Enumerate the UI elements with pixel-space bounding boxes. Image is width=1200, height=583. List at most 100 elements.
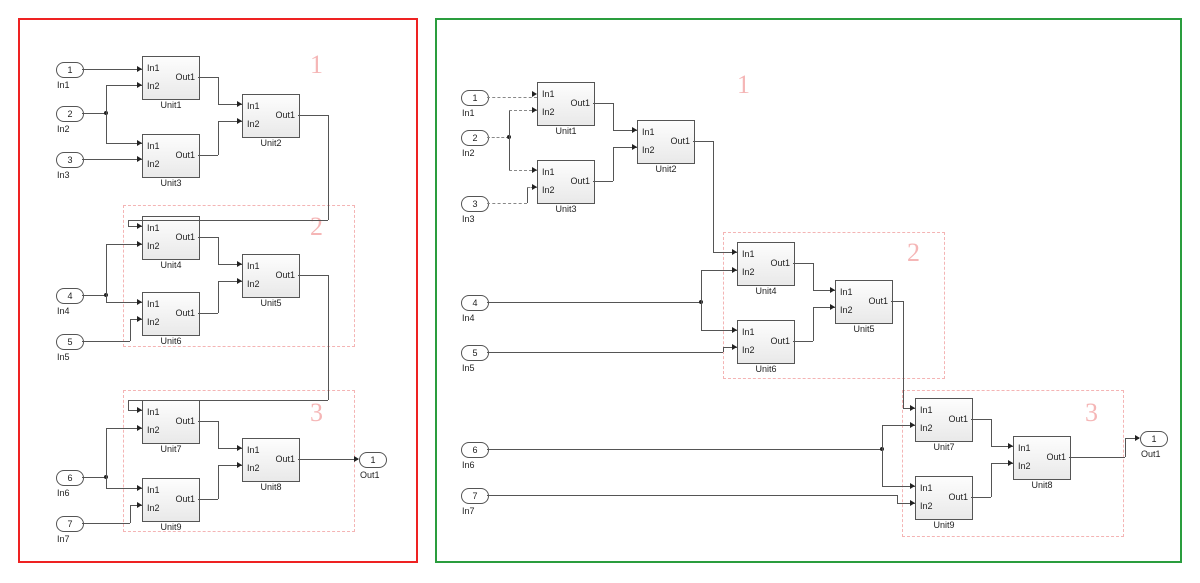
unit-label: Unit5 (836, 324, 892, 334)
arrow-icon (137, 66, 142, 72)
inport-label: In2 (462, 146, 475, 160)
port-in1: In1 (742, 249, 755, 259)
unit3-right[interactable]: In1 In2 Out1 Unit3 (537, 160, 595, 204)
unit1-right[interactable]: In1 In2 Out1 Unit1 (537, 82, 595, 126)
inport-6-right[interactable]: 6 In6 (461, 442, 489, 458)
wire (298, 115, 328, 116)
unit-label: Unit2 (243, 138, 299, 148)
port-in2: In2 (147, 503, 160, 513)
wire (328, 115, 329, 220)
unit6-left[interactable]: In1 In2 Out1 Unit6 (142, 292, 200, 336)
unit4-left[interactable]: In1 In2 Out1 Unit4 (142, 216, 200, 260)
wire (487, 302, 701, 303)
group-number-3-left: 3 (310, 398, 323, 428)
port-out1: Out1 (175, 150, 195, 160)
wire (509, 110, 510, 170)
unit9-right[interactable]: In1 In2 Out1 Unit9 (915, 476, 973, 520)
inport-3-left[interactable]: 3 In3 (56, 152, 84, 168)
inport-1-left[interactable]: 1 In1 (56, 62, 84, 78)
port-in1: In1 (147, 299, 160, 309)
inport-7-right[interactable]: 7 In7 (461, 488, 489, 504)
inport-4-right[interactable]: 4 In4 (461, 295, 489, 311)
unit-label: Unit6 (738, 364, 794, 374)
arrow-icon (532, 91, 537, 97)
wire (82, 113, 106, 114)
arrow-icon (1008, 443, 1013, 449)
inport-7-left[interactable]: 7 In7 (56, 516, 84, 532)
unit1-left[interactable]: In1 In2 Out1 Unit1 (142, 56, 200, 100)
port-out1: Out1 (948, 414, 968, 424)
port-out1: Out1 (770, 336, 790, 346)
unit2-left[interactable]: In1 In2 Out1 Unit2 (242, 94, 300, 138)
wire (198, 421, 218, 422)
outport-1-left[interactable]: 1 Out1 (359, 452, 387, 468)
inport-5-right[interactable]: 5 In5 (461, 345, 489, 361)
inport-2-left[interactable]: 2 In2 (56, 106, 84, 122)
wire (218, 281, 219, 313)
arrow-icon (137, 407, 142, 413)
inport-num: 7 (67, 519, 72, 529)
outport-label: Out1 (360, 468, 380, 482)
outport-num: 1 (1151, 434, 1156, 444)
wire (891, 301, 903, 302)
inport-6-left[interactable]: 6 In6 (56, 470, 84, 486)
arrow-icon (632, 144, 637, 150)
wire (593, 103, 613, 104)
port-in2: In2 (147, 317, 160, 327)
wire (218, 465, 219, 499)
unit8-right[interactable]: In1 In2 Out1 Unit8 (1013, 436, 1071, 480)
port-in2: In2 (1018, 461, 1031, 471)
unit4-right[interactable]: In1 In2 Out1 Unit4 (737, 242, 795, 286)
unit5-left[interactable]: In1 In2 Out1 Unit5 (242, 254, 300, 298)
port-in2: In2 (542, 185, 555, 195)
wire (82, 69, 142, 70)
unit-label: Unit5 (243, 298, 299, 308)
unit3-left[interactable]: In1 In2 Out1 Unit3 (142, 134, 200, 178)
arrow-icon (137, 82, 142, 88)
inport-5-left[interactable]: 5 In5 (56, 334, 84, 350)
group-number-3-right: 3 (1085, 398, 1098, 428)
wire (1125, 438, 1126, 457)
arrow-icon (910, 422, 915, 428)
left-panel: 1 2 3 1 In1 2 In2 3 In3 In1 In2 Out1 Uni… (18, 18, 418, 563)
unit2-right[interactable]: In1 In2 Out1 Unit2 (637, 120, 695, 164)
wire (198, 499, 218, 500)
inport-2-right[interactable]: 2 In2 (461, 130, 489, 146)
port-out1: Out1 (175, 232, 195, 242)
unit9-left[interactable]: In1 In2 Out1 Unit9 (142, 478, 200, 522)
port-out1: Out1 (175, 308, 195, 318)
inport-4-left[interactable]: 4 In4 (56, 288, 84, 304)
unit-label: Unit3 (143, 178, 199, 188)
arrow-icon (137, 485, 142, 491)
wire (328, 275, 329, 400)
arrow-icon (830, 287, 835, 293)
unit7-right[interactable]: In1 In2 Out1 Unit7 (915, 398, 973, 442)
inport-num: 1 (67, 65, 72, 75)
unit6-right[interactable]: In1 In2 Out1 Unit6 (737, 320, 795, 364)
port-out1: Out1 (570, 98, 590, 108)
inport-3-right[interactable]: 3 In3 (461, 196, 489, 212)
port-out1: Out1 (175, 494, 195, 504)
port-in1: In1 (840, 287, 853, 297)
outport-1-right[interactable]: 1 Out1 (1140, 431, 1168, 447)
wire (487, 449, 882, 450)
wire (218, 421, 219, 448)
unit7-left[interactable]: In1 In2 Out1 Unit7 (142, 400, 200, 444)
inport-label: In3 (57, 168, 70, 182)
inport-num: 4 (472, 298, 477, 308)
port-out1: Out1 (175, 72, 195, 82)
wire (593, 181, 613, 182)
inport-label: In4 (57, 304, 70, 318)
arrow-icon (910, 483, 915, 489)
inport-1-right[interactable]: 1 In1 (461, 90, 489, 106)
group-number-1-right: 1 (737, 70, 750, 100)
wire-dashed (487, 97, 537, 98)
arrow-icon (732, 267, 737, 273)
arrow-icon (1008, 460, 1013, 466)
unit5-right[interactable]: In1 In2 Out1 Unit5 (835, 280, 893, 324)
unit-label: Unit8 (243, 482, 299, 492)
port-out1: Out1 (175, 416, 195, 426)
unit8-left[interactable]: In1 In2 Out1 Unit8 (242, 438, 300, 482)
arrow-icon (732, 344, 737, 350)
unit-label: Unit6 (143, 336, 199, 346)
